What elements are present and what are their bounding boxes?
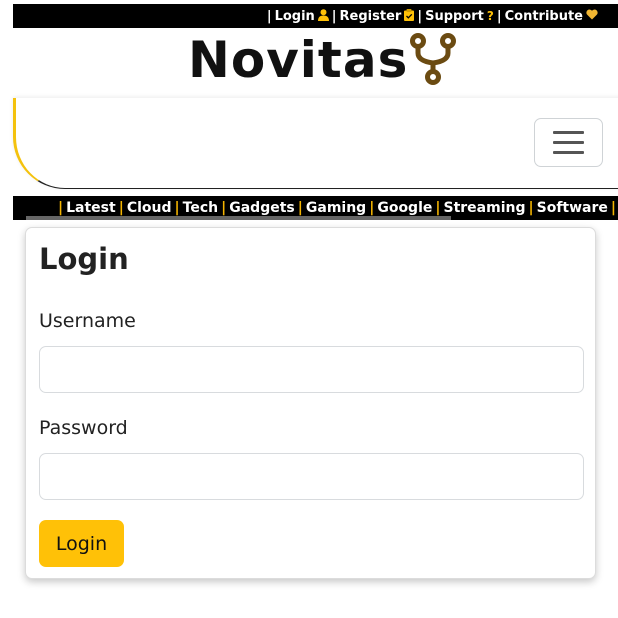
topbar-login-label: Login — [274, 8, 315, 24]
topbar-separator: | — [417, 8, 423, 24]
topbar-register-label: Register — [339, 8, 402, 24]
topbar-support-label: Support — [425, 8, 484, 24]
topbar-contribute-label: Contribute — [504, 8, 583, 24]
top-utility-bar: | Login | Register | Support ? | Contrib… — [13, 4, 618, 28]
navbar — [13, 98, 618, 189]
category-separator: | — [118, 200, 124, 216]
username-label: Username — [39, 310, 136, 332]
category-link-google[interactable]: Google — [377, 200, 432, 216]
category-scroll-track — [26, 216, 451, 220]
topbar-separator: | — [331, 8, 337, 24]
category-link-gadgets[interactable]: Gadgets — [229, 200, 295, 216]
category-separator: | — [174, 200, 180, 216]
topbar-contribute-link[interactable]: Contribute — [505, 9, 583, 24]
topbar-login-link[interactable]: Login — [275, 9, 315, 24]
category-link-software[interactable]: Software — [537, 200, 608, 216]
category-link-latest[interactable]: Latest — [66, 200, 116, 216]
password-label: Password — [39, 417, 128, 439]
category-bar: | Latest | Cloud | Tech | Gadgets | Gami… — [13, 196, 618, 220]
category-separator: | — [435, 200, 441, 216]
hamburger-menu-icon-bar — [553, 141, 584, 144]
site-brand[interactable]: Novitas — [188, 31, 457, 89]
topbar-separator: | — [496, 8, 502, 24]
brand-name: Novitas — [188, 31, 409, 89]
user-icon — [317, 8, 329, 24]
category-separator: | — [221, 200, 227, 216]
question-icon: ? — [486, 9, 494, 23]
heart-icon — [586, 9, 598, 23]
category-link-tech[interactable]: Tech — [183, 200, 218, 216]
topbar-separator: | — [266, 8, 272, 24]
topbar-support-link[interactable]: Support — [425, 9, 484, 24]
category-link-cloud[interactable]: Cloud — [127, 200, 172, 216]
hamburger-menu-icon — [553, 131, 584, 134]
category-separator: | — [528, 200, 534, 216]
navbar-toggle-button[interactable] — [534, 118, 603, 167]
hamburger-menu-icon-bar — [553, 151, 584, 154]
clipboard-icon — [404, 8, 415, 24]
category-link-gaming[interactable]: Gaming — [306, 200, 366, 216]
category-link-streaming[interactable]: Streaming — [444, 200, 526, 216]
login-submit-button[interactable]: Login — [39, 520, 124, 567]
password-input[interactable] — [39, 453, 584, 500]
username-input[interactable] — [39, 346, 584, 393]
login-title: Login — [39, 242, 129, 276]
category-separator: | — [297, 200, 303, 216]
category-separator: | — [369, 200, 375, 216]
fork-branch-icon — [410, 33, 457, 89]
category-separator: | — [610, 200, 617, 216]
topbar-register-link[interactable]: Register — [340, 9, 402, 24]
category-separator: | — [58, 200, 64, 216]
login-card: Login Username Password Login — [25, 227, 596, 579]
